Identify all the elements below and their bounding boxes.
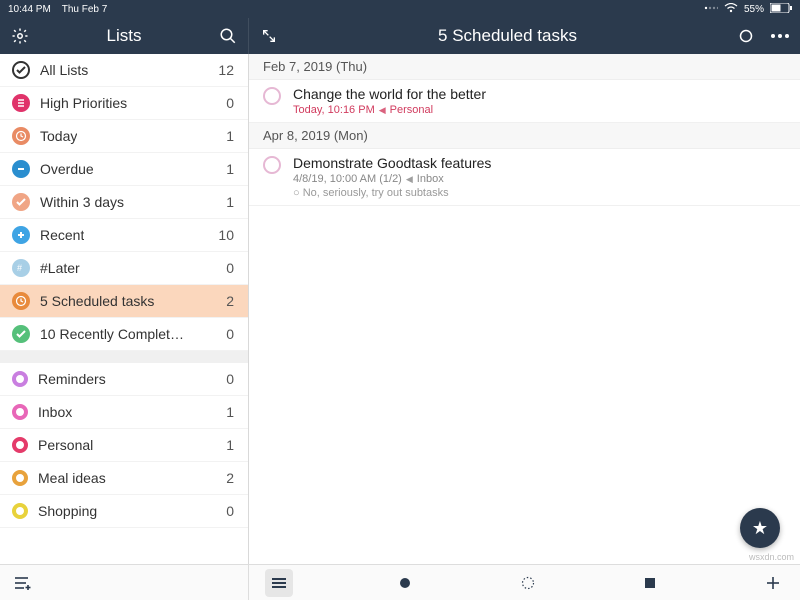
view-month-icon[interactable] — [639, 572, 661, 594]
list-label: Inbox — [38, 404, 72, 420]
date-group-header: Feb 7, 2019 (Thu) — [249, 54, 800, 80]
status-date: Thu Feb 7 — [62, 4, 108, 15]
list-label: All Lists — [40, 62, 88, 78]
list-count: 1 — [226, 404, 234, 420]
list-count: 1 — [226, 128, 234, 144]
search-icon[interactable] — [218, 26, 238, 46]
list-count: 1 — [226, 437, 234, 453]
task-checkbox-icon[interactable] — [263, 156, 281, 174]
list-count: 0 — [226, 260, 234, 276]
list-label: Meal ideas — [38, 470, 106, 486]
wifi-icon — [724, 3, 738, 16]
task-meta: Today, 10:16 PM ◀ Personal — [293, 104, 486, 116]
sidebar-item[interactable]: All Lists 12 — [0, 54, 248, 87]
sidebar: All Lists 12 High Priorities 0 Today 1 O… — [0, 54, 249, 564]
sidebar-item[interactable]: Shopping 0 — [0, 495, 248, 528]
view-list-icon[interactable] — [265, 569, 293, 597]
list-add-icon[interactable] — [12, 572, 34, 594]
more-icon[interactable] — [770, 26, 790, 46]
sidebar-item[interactable]: 10 Recently Completed… 0 — [0, 318, 248, 351]
sidebar-item[interactable]: Personal 1 — [0, 429, 248, 462]
list-count: 1 — [226, 194, 234, 210]
list-count: 0 — [226, 503, 234, 519]
list-label: Shopping — [38, 503, 97, 519]
expand-icon[interactable] — [259, 26, 279, 46]
list-color-icon — [12, 127, 30, 145]
svg-text:#: # — [17, 263, 22, 273]
sidebar-item[interactable]: Today 1 — [0, 120, 248, 153]
status-time: 10:44 PM — [8, 4, 51, 15]
list-color-icon — [12, 193, 30, 211]
list-color-icon — [12, 226, 30, 244]
view-day-icon[interactable] — [394, 572, 416, 594]
sidebar-item[interactable]: Inbox 1 — [0, 396, 248, 429]
task-subtask: ○ No, seriously, try out subtasks — [293, 187, 491, 199]
list-tag-icon: ◀ — [379, 105, 386, 116]
battery-icon — [770, 3, 792, 16]
sidebar-item[interactable]: Overdue 1 — [0, 153, 248, 186]
list-label: 5 Scheduled tasks — [40, 293, 154, 309]
list-count: 1 — [226, 161, 234, 177]
list-count: 0 — [226, 95, 234, 111]
list-label: Recent — [40, 227, 84, 243]
list-color-icon — [12, 470, 28, 486]
sidebar-item[interactable]: Recent 10 — [0, 219, 248, 252]
sidebar-title: Lists — [30, 26, 218, 46]
list-count: 0 — [226, 371, 234, 387]
sidebar-item[interactable]: # #Later 0 — [0, 252, 248, 285]
list-color-icon — [12, 160, 30, 178]
list-label: 10 Recently Completed… — [40, 326, 190, 342]
list-color-icon: # — [12, 259, 30, 277]
task-row[interactable]: Demonstrate Goodtask features 4/8/19, 10… — [249, 149, 800, 206]
list-count: 2 — [226, 293, 234, 309]
list-tag-icon: ◀ — [406, 174, 413, 185]
list-count: 0 — [226, 326, 234, 342]
sidebar-item[interactable]: Meal ideas 2 — [0, 462, 248, 495]
list-label: #Later — [40, 260, 80, 276]
settings-gear-icon[interactable] — [10, 26, 30, 46]
date-group-header: Apr 8, 2019 (Mon) — [249, 123, 800, 149]
status-bar: 10:44 PM Thu Feb 7 55% — [0, 0, 800, 18]
list-color-icon — [12, 371, 28, 387]
list-count: 10 — [218, 227, 234, 243]
list-color-icon — [12, 94, 30, 112]
list-count: 12 — [218, 62, 234, 78]
view-week-icon[interactable] — [517, 572, 539, 594]
list-color-icon — [12, 292, 30, 310]
task-checkbox-icon[interactable] — [263, 87, 281, 105]
favorite-fab-button[interactable]: ★ — [740, 508, 780, 548]
list-count: 2 — [226, 470, 234, 486]
list-label: Personal — [38, 437, 93, 453]
sidebar-item[interactable]: Within 3 days 1 — [0, 186, 248, 219]
task-title: Demonstrate Goodtask features — [293, 155, 491, 171]
circle-icon[interactable] — [736, 26, 756, 46]
list-label: Overdue — [40, 161, 94, 177]
sidebar-item[interactable]: High Priorities 0 — [0, 87, 248, 120]
task-meta: 4/8/19, 10:00 AM (1/2) ◀ Inbox — [293, 173, 491, 185]
watermark: wsxdn.com — [749, 552, 794, 562]
list-label: Reminders — [38, 371, 106, 387]
main-title: 5 Scheduled tasks — [279, 26, 736, 46]
sidebar-item[interactable]: Reminders 0 — [0, 363, 248, 396]
task-row[interactable]: Change the world for the better Today, 1… — [249, 80, 800, 123]
sidebar-item[interactable]: 5 Scheduled tasks 2 — [0, 285, 248, 318]
list-color-icon — [12, 325, 30, 343]
list-color-icon — [12, 61, 30, 79]
list-color-icon — [12, 404, 28, 420]
status-time-date: 10:44 PM Thu Feb 7 — [8, 4, 107, 15]
task-title: Change the world for the better — [293, 86, 486, 102]
header-bar: Lists 5 Scheduled tasks — [0, 18, 800, 54]
list-color-icon — [12, 437, 28, 453]
list-label: High Priorities — [40, 95, 127, 111]
add-task-icon[interactable] — [762, 572, 784, 594]
battery-percent: 55% — [744, 4, 764, 15]
main-pane: Feb 7, 2019 (Thu) Change the world for t… — [249, 54, 800, 564]
signal-icon — [704, 3, 718, 16]
list-label: Within 3 days — [40, 194, 124, 210]
footer-toolbar — [0, 564, 800, 600]
list-label: Today — [40, 128, 77, 144]
list-color-icon — [12, 503, 28, 519]
